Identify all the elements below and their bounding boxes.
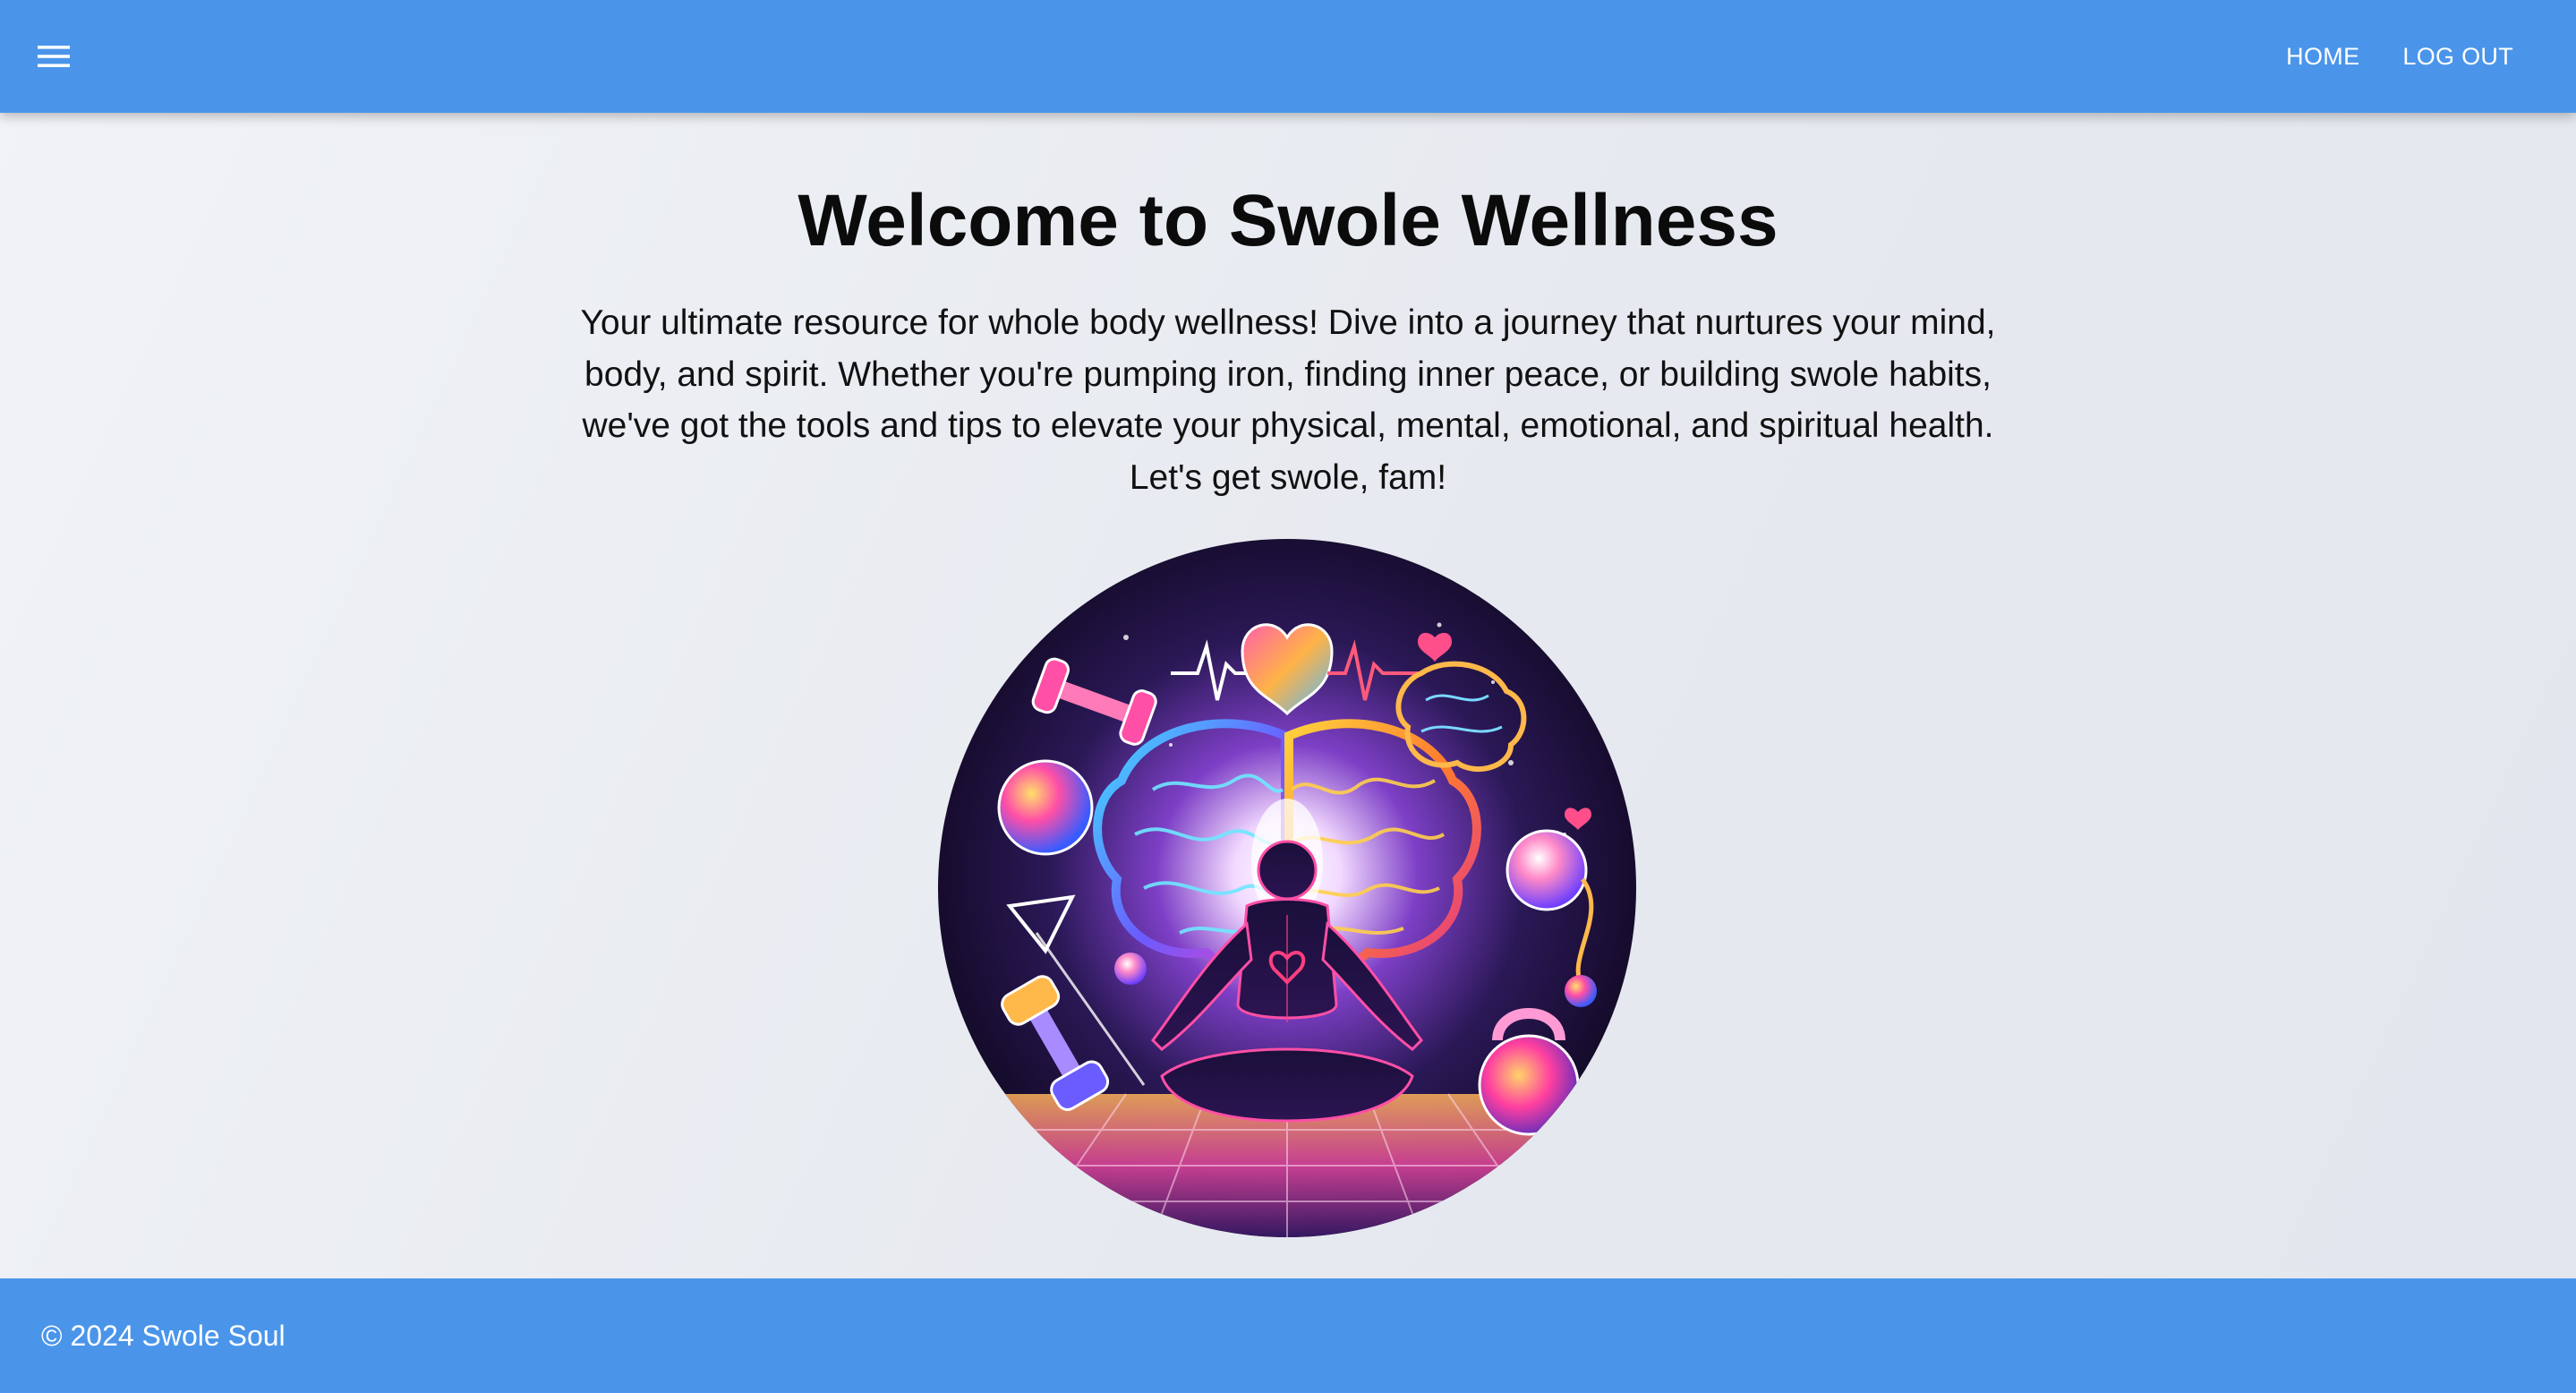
copyright-text: © 2024 Swole Soul bbox=[41, 1319, 286, 1352]
nav-logout-link[interactable]: LOG OUT bbox=[2395, 36, 2521, 78]
intro-paragraph: Your ultimate resource for whole body we… bbox=[580, 303, 1996, 497]
page-title: Welcome to Swole Wellness bbox=[798, 180, 1778, 261]
top-app-bar: HOME LOG OUT bbox=[0, 0, 2576, 113]
top-nav: HOME LOG OUT bbox=[2279, 0, 2521, 113]
footer: © 2024 Swole Soul bbox=[0, 1278, 2576, 1393]
hamburger-menu-icon bbox=[38, 46, 70, 67]
menu-button[interactable] bbox=[25, 28, 82, 85]
main-content: Welcome to Swole Wellness Your ultimate … bbox=[0, 113, 2576, 1278]
wellness-illustration bbox=[938, 539, 1636, 1237]
nav-home-link[interactable]: HOME bbox=[2279, 36, 2367, 78]
